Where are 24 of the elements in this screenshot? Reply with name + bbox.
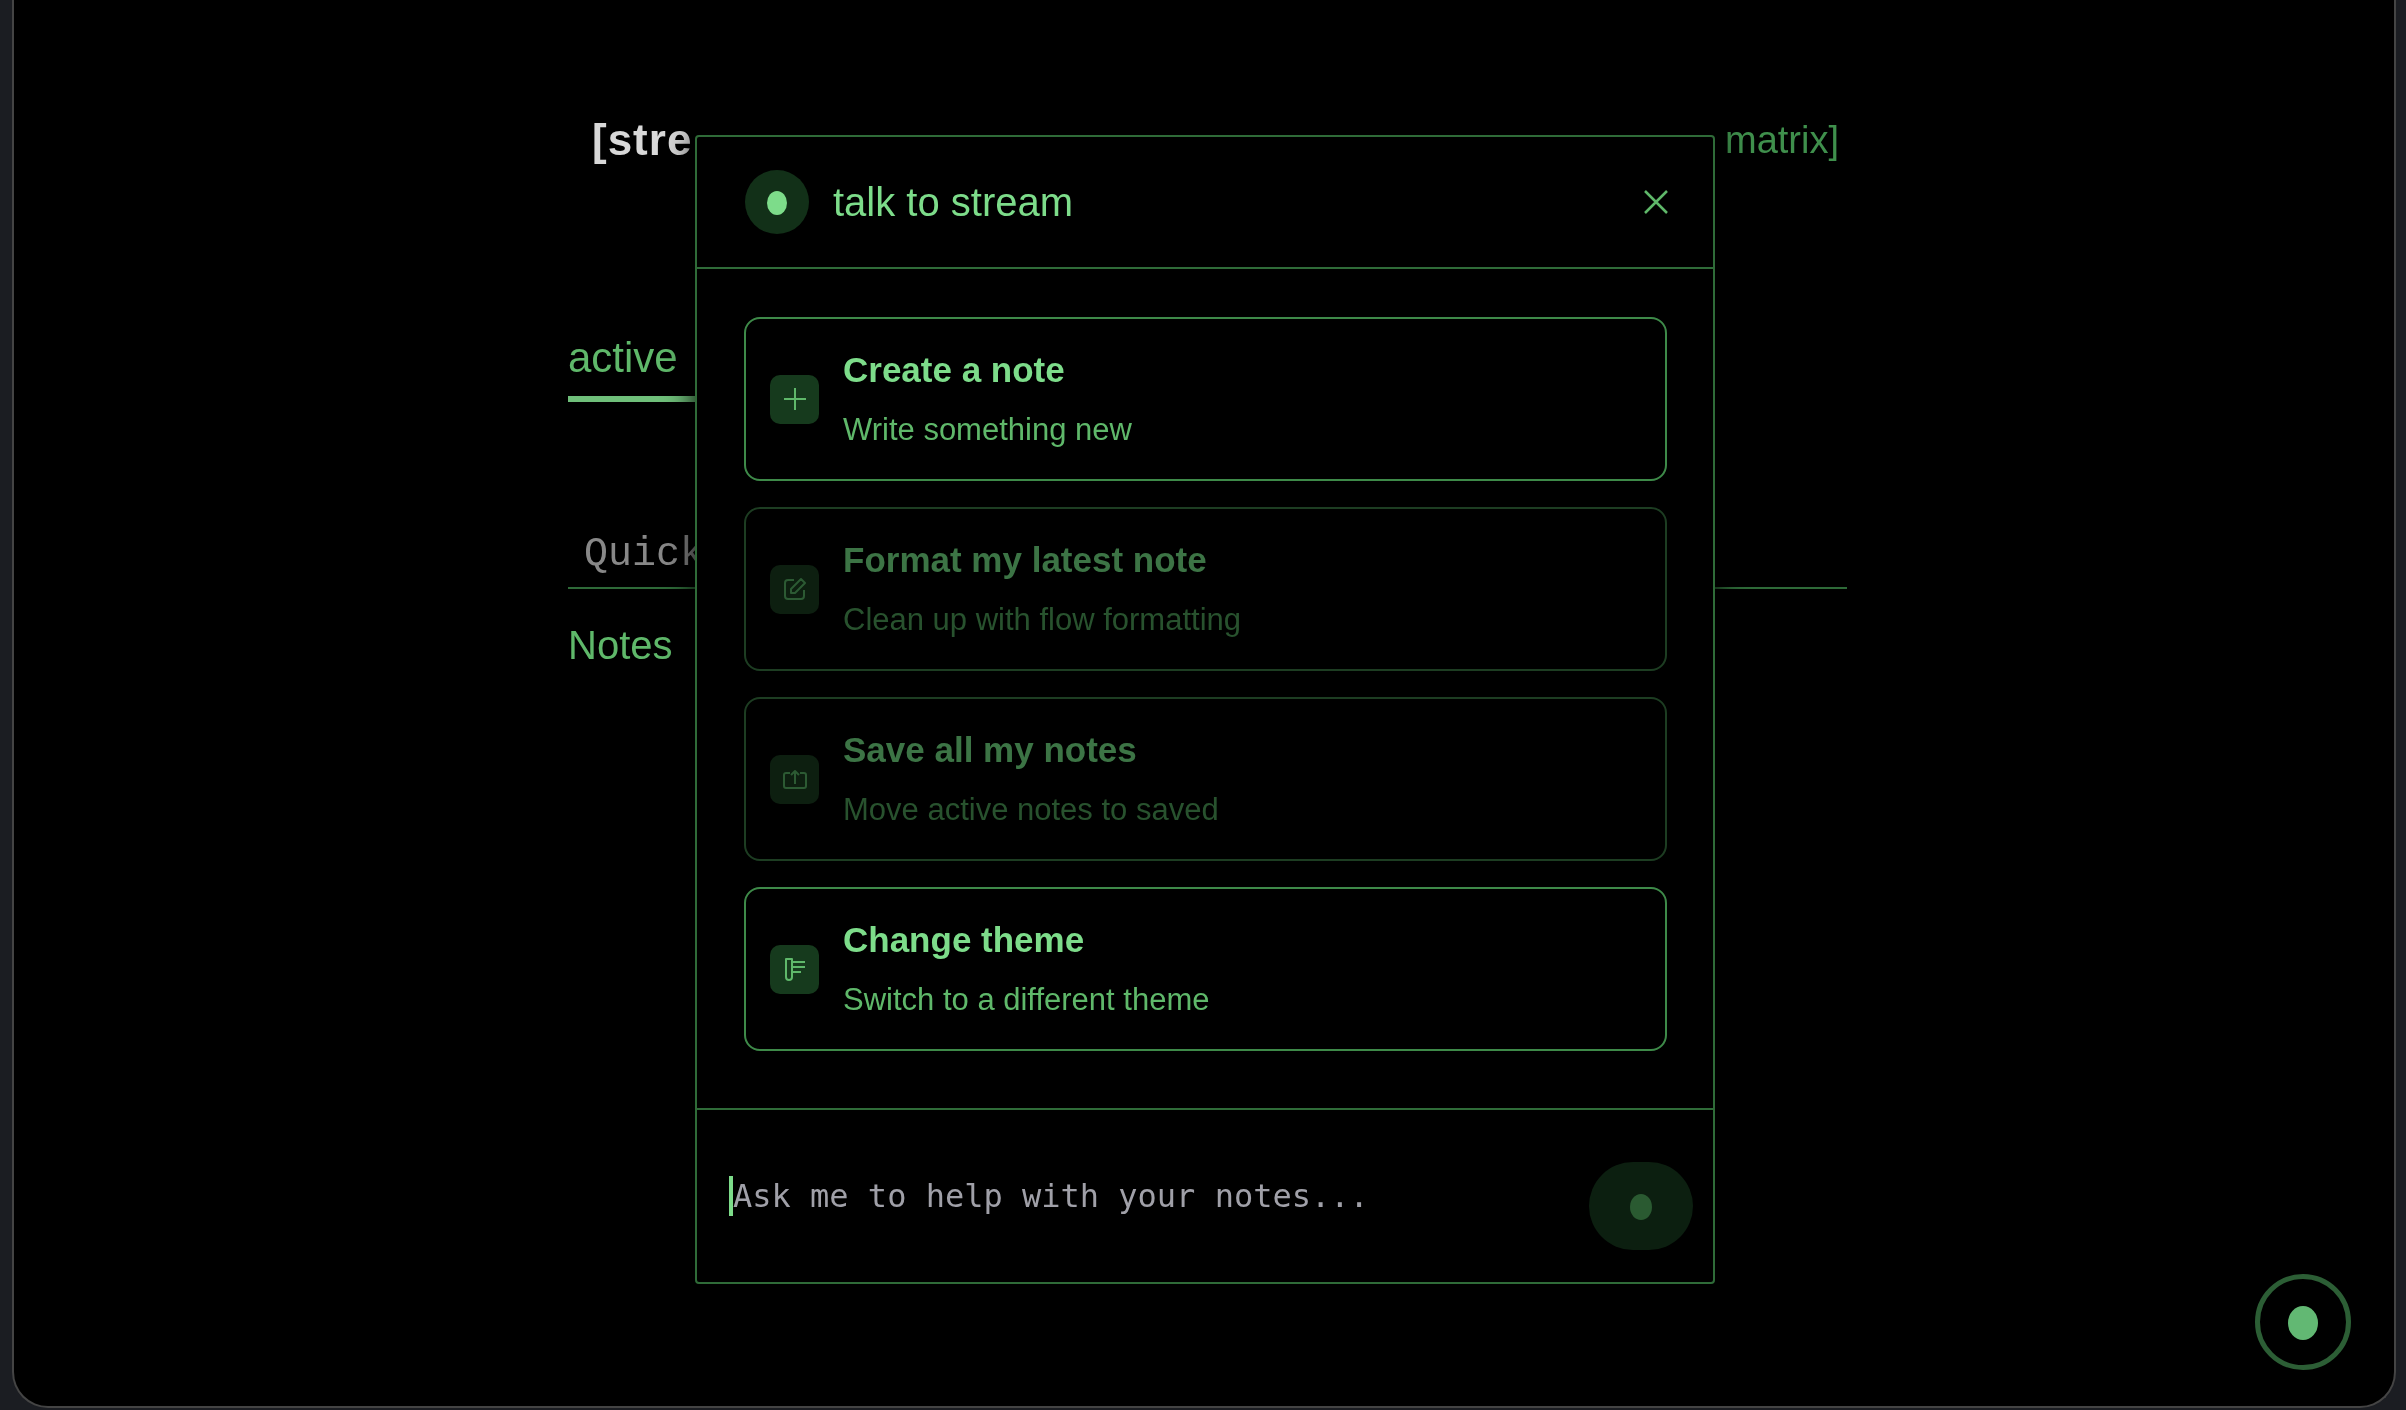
plus-icon (770, 374, 819, 424)
upload-icon (770, 754, 819, 804)
dialog-title: talk to stream (833, 179, 1075, 225)
drop-icon (1628, 1191, 1654, 1221)
action-card[interactable]: Create a note Write something new (744, 317, 1667, 481)
action-card[interactable]: Change theme Switch to a different theme (744, 887, 1667, 1051)
action-subtitle: Clean up with flow formatting (843, 602, 1242, 638)
action-subtitle: Move active notes to saved (843, 792, 1219, 828)
action-title: Format my latest note (843, 540, 1208, 580)
list-icon (770, 944, 819, 994)
theme-link[interactable]: matrix] (1725, 118, 1839, 162)
action-title: Change theme (843, 920, 1086, 960)
text-cursor (729, 1176, 733, 1216)
action-subtitle: Write something new (843, 412, 1132, 448)
notes-label: Notes (568, 623, 673, 668)
close-icon[interactable] (1643, 189, 1669, 215)
chat-input-field[interactable]: Ask me to help with your notes... (733, 1177, 1589, 1215)
action-title: Create a note (843, 350, 1066, 390)
drop-icon (2288, 1304, 2318, 1340)
logo: [stre (592, 115, 693, 165)
edit-icon (770, 564, 819, 614)
action-subtitle: Switch to a different theme (843, 982, 1210, 1018)
action-title: Save all my notes (843, 730, 1138, 770)
avatar-icon (745, 170, 809, 234)
